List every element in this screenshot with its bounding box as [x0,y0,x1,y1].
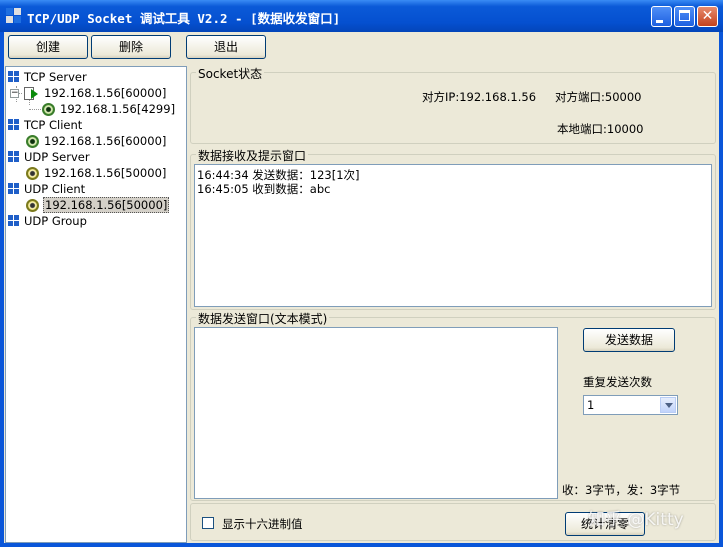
tree-tcp-client-label: TCP Client [24,118,83,132]
byte-stats: 收：3字节，发：3字节 [562,483,681,497]
tree-tcp-server-item[interactable]: − 192.168.1.56[60000] [10,85,180,101]
tree-udp-server-label: UDP Server [24,150,90,164]
app-icon [6,8,22,24]
send-textarea[interactable] [194,327,558,499]
delete-button[interactable]: 删除 [91,35,171,59]
maximize-button[interactable] [674,6,695,27]
tcp-server-icon [8,71,20,83]
socket-icon [26,167,39,180]
title-bar[interactable]: TCP/UDP Socket 调试工具 V2.2 - [数据收发窗口] ✕ [0,0,723,32]
udp-server-icon [8,151,20,163]
window-title: TCP/UDP Socket 调试工具 V2.2 - [数据收发窗口] [27,11,341,26]
app-window: TCP/UDP Socket 调试工具 V2.2 - [数据收发窗口] ✕ 创建… [0,0,723,547]
send-label: 数据发送窗口(文本模式) [196,310,330,327]
maximize-icon [679,10,690,21]
chevron-down-icon[interactable] [660,397,676,413]
repeat-count-select[interactable]: 1 [583,395,678,415]
socket-icon [26,199,39,212]
hex-label: 显示十六进制值 [222,517,303,531]
hex-checkbox[interactable] [202,517,214,529]
receive-line: 16:45:05 收到数据：abc [197,182,331,196]
create-button[interactable]: 创建 [8,35,88,59]
tree-udp-server-item-label: 192.168.1.56[50000] [44,166,167,180]
socket-icon [42,103,55,116]
close-icon: ✕ [701,8,714,24]
exit-button[interactable]: 退出 [186,35,266,59]
tree-tcp-client-item-label: 192.168.1.56[60000] [44,134,167,148]
socket-tree[interactable]: TCP Server − 192.168.1.56[60000] 192.168… [5,66,187,543]
tcp-client-icon [8,119,20,131]
tree-udp-client-item-label: 192.168.1.56[50000] [43,197,170,213]
udp-client-icon [8,183,20,195]
receive-textarea[interactable]: 16:44:34 发送数据：123[1次] 16:45:05 收到数据：abc [194,164,712,307]
remote-ip: 对方IP:192.168.1.56 [422,90,537,104]
repeat-count-value: 1 [587,398,595,412]
receive-label: 数据接收及提示窗口 [196,147,309,164]
minimize-icon [656,20,663,23]
socket-status-label: Socket状态 [196,65,265,82]
collapse-icon[interactable]: − [10,89,19,98]
tree-tcp-server-label: TCP Server [24,70,87,84]
close-button[interactable]: ✕ [697,6,718,27]
tree-udp-group-label: UDP Group [24,214,87,228]
send-group: 数据发送窗口(文本模式) 发送数据 重复发送次数 1 收：3字节，发：3字节 [190,310,716,501]
tree-udp-client-label: UDP Client [24,182,86,196]
remote-port: 对方端口:50000 [555,90,642,104]
client-area: 创建 删除 退出 TCP Server − 192.168.1.56[60000… [4,32,719,543]
socket-status-group: Socket状态 对方IP:192.168.1.56 对方端口:50000 本地… [190,65,716,144]
play-icon [31,89,38,99]
tree-tcp-server-item-label: 192.168.1.56[60000] [44,86,167,100]
send-data-button[interactable]: 发送数据 [583,328,675,352]
local-port: 本地端口:10000 [557,122,644,136]
watermark: 知乎 @Kitty [588,510,684,530]
socket-icon [26,135,39,148]
tree-tcp-server-child-label: 192.168.1.56[4299] [60,102,176,116]
receive-group: 数据接收及提示窗口 16:44:34 发送数据：123[1次] 16:45:05… [190,147,716,310]
udp-group-icon [8,215,20,227]
minimize-button[interactable] [651,6,672,27]
repeat-count-label: 重复发送次数 [583,375,652,389]
